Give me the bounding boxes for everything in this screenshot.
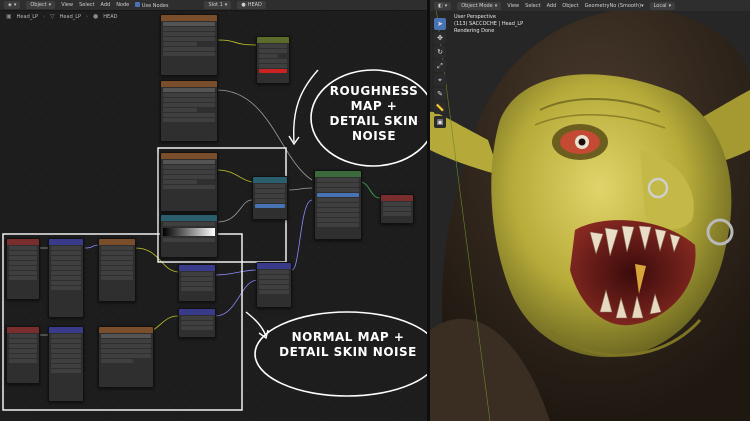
annotate-icon[interactable]: ✎ (434, 88, 446, 100)
math-node[interactable] (252, 176, 288, 220)
slot-dropdown[interactable]: Slot 1 ▾ (204, 1, 232, 9)
move-icon[interactable]: ✥ (434, 32, 446, 44)
noise-texture-node[interactable] (98, 238, 136, 302)
mix-node[interactable] (256, 36, 290, 84)
mapping-node[interactable] (48, 238, 84, 318)
mode-dropdown[interactable]: Object ▾ (26, 1, 56, 9)
3d-viewport[interactable]: ◧ ▾ Object Mode ▾ View Select Add Object G… (430, 0, 750, 421)
texture-coordinate-node[interactable] (6, 238, 40, 300)
material-sphere-icon: ● (241, 2, 246, 8)
roughness-texture-node[interactable] (160, 152, 218, 212)
menu-node[interactable]: Node (116, 2, 129, 8)
menu-select[interactable]: Select (525, 3, 540, 9)
menu-object[interactable]: Object (562, 3, 578, 9)
roughness-annotation: ROUGHNESS MAP + DETAIL SKIN NOISE (329, 84, 419, 143)
measure-icon[interactable]: 📏 (434, 102, 446, 114)
checkbox-icon (135, 1, 141, 7)
color-ramp-node[interactable] (160, 214, 218, 258)
editor-type-button[interactable]: ◧ ▾ (434, 1, 452, 10)
toolbar: ➤ ✥ ↻ ⤢ ⌖ ✎ 📏 ▣ (434, 18, 446, 128)
node-editor-icon: ◈ (8, 2, 12, 8)
material-icon: ● (93, 13, 99, 20)
texture-coordinate-node[interactable] (6, 326, 40, 384)
breadcrumb-mesh[interactable]: Head_LP (60, 14, 81, 20)
object-icon: ▣ (6, 13, 12, 20)
viewport-info: User Perspective (113) SACCOCHE | Head_L… (454, 14, 524, 34)
menu-add[interactable]: Add (101, 2, 111, 8)
geometry-node-dropdown[interactable]: GeometryNo (Smooth)▾ (585, 3, 644, 9)
menu-view[interactable]: View (61, 2, 73, 8)
menu-view[interactable]: View (507, 3, 519, 9)
shader-node-editor[interactable]: ◈ ▾ Object ▾ View Select Add Node Use Node… (0, 0, 427, 421)
mapping-node[interactable] (48, 326, 84, 402)
transform-icon[interactable]: ⌖ (434, 74, 446, 86)
breadcrumb-object[interactable]: Head_LP (17, 14, 38, 20)
menu-add[interactable]: Add (547, 3, 557, 9)
mesh-icon: ▽ (50, 13, 55, 20)
viewport-header: ◧ ▾ Object Mode ▾ View Select Add Object G… (430, 0, 750, 11)
transform-orientation-dropdown[interactable]: Local ▾ (649, 1, 676, 10)
breadcrumb-material[interactable]: HEAD (103, 14, 117, 20)
material-output-node[interactable] (380, 194, 414, 224)
editor-type-button[interactable]: ◈ ▾ (4, 1, 21, 9)
bump-node[interactable] (178, 264, 216, 302)
rendered-goblin-head (430, 0, 750, 421)
mode-dropdown[interactable]: Object Mode ▾ (457, 1, 502, 10)
use-nodes-toggle[interactable]: Use Nodes (135, 1, 168, 9)
node-editor-header: ◈ ▾ Object ▾ View Select Add Node Use Node… (0, 0, 427, 11)
normal-texture-node[interactable] (98, 326, 154, 388)
blender-window: ◈ ▾ Object ▾ View Select Add Node Use Node… (0, 0, 750, 421)
normal-map-node[interactable] (178, 308, 216, 338)
bump-node[interactable] (256, 262, 292, 308)
add-cube-icon[interactable]: ▣ (434, 116, 446, 128)
cursor-icon[interactable]: ➤ (434, 18, 446, 30)
image-texture-node[interactable] (160, 80, 218, 142)
cube-icon: ◧ (438, 2, 443, 9)
rotate-icon[interactable]: ↻ (434, 46, 446, 58)
normal-annotation: NORMAL MAP + DETAIL SKIN NOISE (279, 330, 417, 359)
scale-icon[interactable]: ⤢ (434, 60, 446, 72)
image-texture-node[interactable] (160, 14, 218, 76)
menu-select[interactable]: Select (79, 2, 94, 8)
material-selector[interactable]: ● HEAD (237, 1, 266, 9)
principled-bsdf-node[interactable] (314, 170, 362, 240)
